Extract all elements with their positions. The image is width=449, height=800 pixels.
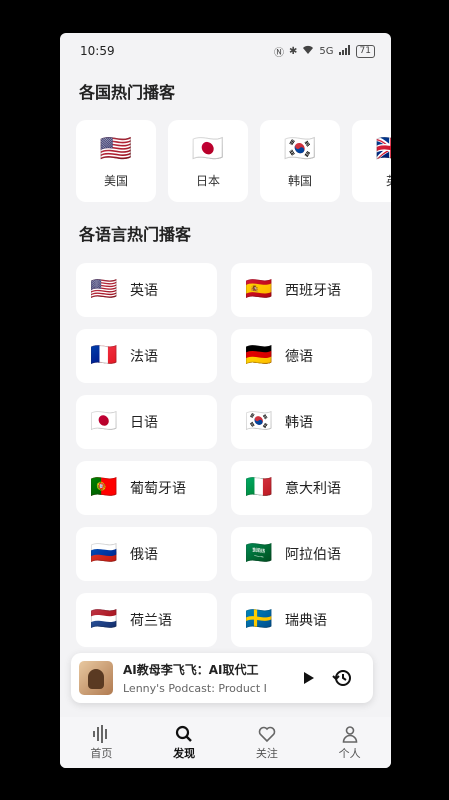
russia-flag-icon: 🇷🇺	[90, 541, 118, 566]
heart-icon	[258, 726, 276, 742]
language-card-arabic[interactable]: 🇸🇦 阿拉伯语	[231, 527, 372, 581]
now-playing-title: AI教母李飞飞：AI取代工	[123, 663, 259, 677]
country-card-usa[interactable]: 🇺🇸 美国	[76, 120, 156, 202]
uk-flag-icon: 🇬🇧	[376, 134, 391, 164]
language-label: 德语	[285, 349, 313, 365]
waveform-icon	[93, 724, 108, 743]
language-card-portuguese[interactable]: 🇵🇹 葡萄牙语	[76, 461, 217, 515]
now-playing-subtitle: Lenny's Podcast: Product I	[123, 682, 267, 695]
country-label: 韩国	[287, 173, 312, 188]
usa-flag-icon: 🇺🇸	[90, 277, 118, 302]
status-bar: 10:59 Ⓝ ✱ 5G 71	[60, 33, 391, 69]
language-label: 法语	[130, 349, 158, 365]
battery-icon: 71	[355, 44, 375, 58]
language-card-spanish[interactable]: 🇪🇸 西班牙语	[231, 263, 372, 317]
mini-player[interactable]: AI教母李飞飞：AI取代工 Lenny's Podcast: Product I	[71, 653, 373, 703]
language-label: 英语	[130, 283, 158, 299]
signal-icon	[338, 44, 351, 58]
podcast-cover	[79, 661, 113, 695]
language-card-korean[interactable]: 🇰🇷 韩语	[231, 395, 372, 449]
spain-flag-icon: 🇪🇸	[245, 277, 273, 302]
sweden-flag-icon: 🇸🇪	[245, 607, 273, 632]
now-playing-info: AI教母李飞飞：AI取代工 Lenny's Podcast: Product I	[123, 661, 293, 695]
wifi-icon	[302, 45, 314, 58]
language-label: 葡萄牙语	[130, 481, 186, 497]
language-card-japanese[interactable]: 🇯🇵 日语	[76, 395, 217, 449]
country-label: 日本	[195, 173, 220, 188]
language-card-english[interactable]: 🇺🇸 英语	[76, 263, 217, 317]
tab-discover[interactable]: 发现	[154, 725, 214, 761]
language-label: 俄语	[130, 547, 158, 563]
tab-profile[interactable]: 个人	[320, 725, 380, 761]
bluetooth-icon: ✱	[289, 45, 298, 57]
nfc-icon: Ⓝ	[274, 47, 285, 59]
status-icons: Ⓝ ✱ 5G 71	[274, 44, 375, 59]
language-label: 西班牙语	[285, 283, 341, 299]
tab-bar: 首页 发现 关注 个人	[60, 717, 391, 768]
languages-section-title: 各语言热门播客	[79, 225, 192, 244]
tab-home[interactable]: 首页	[71, 724, 131, 761]
language-label: 荷兰语	[130, 613, 172, 629]
language-card-italian[interactable]: 🇮🇹 意大利语	[231, 461, 372, 515]
tab-label: 发现	[173, 746, 196, 760]
usa-flag-icon: 🇺🇸	[99, 133, 133, 164]
france-flag-icon: 🇫🇷	[90, 343, 118, 368]
language-card-german[interactable]: 🇩🇪 德语	[231, 329, 372, 383]
language-label: 韩语	[285, 415, 313, 431]
language-label: 阿拉伯语	[285, 547, 341, 563]
tab-following[interactable]: 关注	[237, 725, 297, 761]
country-card-korea[interactable]: 🇰🇷 韩国	[260, 120, 340, 202]
country-label: 英	[386, 172, 391, 189]
cover-portrait	[88, 669, 104, 689]
language-card-dutch[interactable]: 🇳🇱 荷兰语	[76, 593, 217, 647]
country-card-uk[interactable]: 🇬🇧 英	[352, 120, 391, 202]
history-icon	[332, 670, 351, 686]
tab-label: 关注	[255, 746, 278, 760]
language-label: 意大利语	[285, 481, 341, 497]
japan-flag-icon: 🇯🇵	[191, 133, 225, 164]
play-icon	[304, 672, 314, 684]
netherlands-flag-icon: 🇳🇱	[90, 607, 118, 632]
saudi-flag-icon: 🇸🇦	[245, 541, 273, 566]
country-list[interactable]: 🇺🇸 美国 🇯🇵 日本 🇰🇷 韩国 🇬🇧 英	[76, 120, 391, 204]
history-button[interactable]	[331, 667, 353, 689]
language-label: 瑞典语	[285, 613, 327, 629]
language-label: 日语	[130, 415, 158, 431]
signal-label: 5G	[319, 45, 334, 57]
korea-flag-icon: 🇰🇷	[283, 133, 317, 164]
countries-section-title: 各国热门播客	[79, 83, 176, 102]
language-card-swedish[interactable]: 🇸🇪 瑞典语	[231, 593, 372, 647]
tab-label: 个人	[338, 746, 361, 760]
country-label: 美国	[103, 173, 128, 188]
germany-flag-icon: 🇩🇪	[245, 343, 273, 368]
app-screen: 10:59 Ⓝ ✱ 5G 71 各国热门播客 🇺🇸 美国 🇯🇵 日本 🇰🇷 韩国	[60, 33, 391, 768]
country-card-japan[interactable]: 🇯🇵 日本	[168, 120, 248, 202]
person-icon	[342, 725, 357, 743]
japan-flag-icon: 🇯🇵	[90, 409, 118, 434]
portugal-flag-icon: 🇵🇹	[90, 475, 118, 500]
search-icon	[176, 725, 192, 742]
tab-label: 首页	[90, 746, 113, 760]
language-card-russian[interactable]: 🇷🇺 俄语	[76, 527, 217, 581]
korea-flag-icon: 🇰🇷	[245, 409, 273, 434]
italy-flag-icon: 🇮🇹	[245, 475, 273, 500]
status-time: 10:59	[80, 44, 115, 58]
play-button[interactable]	[297, 667, 319, 689]
language-card-french[interactable]: 🇫🇷 法语	[76, 329, 217, 383]
